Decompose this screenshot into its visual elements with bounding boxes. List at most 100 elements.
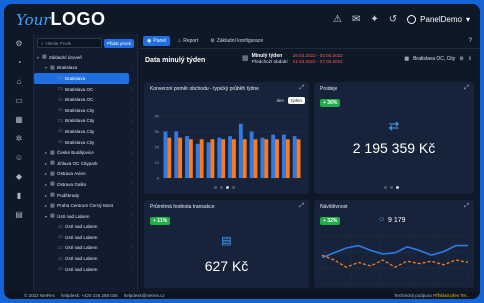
tree-node[interactable]: ▭ Bratislava City ⋮ bbox=[34, 137, 137, 148]
bar bbox=[185, 136, 189, 178]
period-picker[interactable]: ▦ Minulý týden Předchozí období 28.03.20… bbox=[242, 53, 343, 65]
tree-node-label: Ostrava Avion bbox=[57, 171, 86, 177]
more-icon[interactable]: ⋮ bbox=[129, 203, 134, 209]
more-icon[interactable]: ⋮ bbox=[129, 192, 134, 198]
bar bbox=[174, 131, 179, 178]
more-icon[interactable]: ⋮ bbox=[129, 245, 134, 251]
tree-node-label: Ústí nad Labem bbox=[65, 234, 98, 240]
store-icon[interactable]: ⌂ bbox=[4, 72, 34, 91]
tree-node[interactable]: ▭ Bratislava City ⋮ bbox=[34, 116, 137, 127]
bell-icon[interactable]: ✦ bbox=[370, 14, 378, 25]
export-icon[interactable]: ⇪ bbox=[468, 56, 472, 62]
tree-node[interactable]: ▭ Bratislava City ⋮ bbox=[34, 105, 137, 116]
gauge-icon[interactable]: ◔ bbox=[4, 53, 34, 72]
user-name: PanelDemo bbox=[420, 14, 462, 24]
tree-node[interactable]: ▭ Bratislava ⋮ bbox=[34, 73, 129, 84]
tab-panel[interactable]: ◉ Panel bbox=[143, 36, 171, 46]
tree-node-label: Ústí nad Labem bbox=[65, 224, 98, 230]
tree-node[interactable]: ▭ Ústí nad Labem ⋮ bbox=[34, 243, 137, 254]
tree-node[interactable]: ▭ Bratislava OC ⋮ bbox=[34, 94, 137, 105]
tree-node[interactable]: ▭ Bratislava OC ⋮ bbox=[34, 84, 137, 95]
tab-config[interactable]: ⚙ Základní konfigurace bbox=[206, 36, 267, 46]
pager-dot[interactable] bbox=[396, 186, 399, 189]
footer: © 2022 NetRex helpdesk: +420 226 258 026… bbox=[4, 292, 480, 299]
tree-node[interactable]: ▸ ▦ Praha Centrum Černý Most ⋮ bbox=[34, 200, 137, 211]
conversion-chart: 40 30 20 10 0 bbox=[155, 114, 302, 181]
tab-report[interactable]: ⌂ Report bbox=[174, 36, 202, 46]
megaphone-icon[interactable]: ✉ bbox=[352, 14, 360, 25]
bar bbox=[242, 139, 247, 178]
more-icon[interactable]: ⋮ bbox=[129, 160, 134, 166]
pager-dot[interactable] bbox=[384, 186, 387, 189]
tree-node-label: Poděbrady bbox=[57, 192, 80, 198]
tree-node[interactable]: ▾ ▦ Ústí nad Labem ⋮ bbox=[34, 211, 137, 222]
more-icon[interactable]: ⋮ bbox=[129, 118, 134, 124]
tree-node[interactable]: ▭ Ústí nad Labem ⋮ bbox=[34, 232, 137, 243]
logo[interactable]: Your LOGO bbox=[16, 9, 105, 30]
gear-icon[interactable]: ⚙ bbox=[4, 34, 34, 53]
more-icon[interactable]: ⋮ bbox=[129, 234, 134, 240]
helpdesk-email[interactable]: helpdesk@netrex.cz bbox=[124, 293, 165, 298]
period-dates: 28.03.2022 - 03.04.2022 bbox=[292, 53, 343, 58]
more-icon[interactable]: ⋮ bbox=[129, 213, 134, 219]
more-icon[interactable]: ⋮ bbox=[129, 171, 134, 177]
more-icon[interactable]: ⋮ bbox=[129, 128, 134, 134]
tree-node[interactable]: ▾ ▦ Základní úroveň bbox=[34, 52, 137, 63]
support-label: Technická podpora bbox=[394, 293, 432, 298]
more-icon[interactable]: ⋮ bbox=[129, 181, 134, 187]
location-filter[interactable]: ▦ Bratislava OC, City ⚙ ⇪ bbox=[404, 56, 472, 62]
add-element-button[interactable]: Přidat prvek bbox=[103, 38, 134, 48]
more-icon[interactable]: ⋮ bbox=[129, 139, 134, 145]
basket-icon[interactable]: ▤ bbox=[4, 205, 34, 224]
bar bbox=[296, 139, 301, 178]
chart-icon[interactable]: ▭ bbox=[4, 91, 34, 110]
pager-dot[interactable] bbox=[226, 186, 229, 189]
user-icon[interactable]: ☺ bbox=[4, 148, 34, 167]
pager-dot[interactable] bbox=[232, 186, 235, 189]
bar bbox=[206, 142, 211, 178]
more-icon[interactable]: ⋮ bbox=[121, 75, 126, 81]
bar-chart-icon[interactable]: ▮ bbox=[4, 186, 34, 205]
tree-node[interactable]: ▸ ▦ Jihlava OC Citypark ⋮ bbox=[34, 158, 137, 169]
top-bar: Your LOGO ⚠ ✉ ✦ ↺ PanelDemo ▾ bbox=[4, 4, 480, 34]
user-menu[interactable]: PanelDemo ▾ bbox=[407, 14, 470, 24]
tree-node[interactable]: ▾ ▦ Bratislava ⋮ bbox=[34, 63, 137, 74]
more-icon[interactable]: ⋮ bbox=[129, 224, 134, 230]
bar bbox=[163, 131, 168, 178]
tree-node[interactable]: ▭ Ústí nad Labem ⋮ bbox=[34, 253, 137, 264]
tree-node[interactable]: ▭ Ústí nad Labem ⋮ bbox=[34, 264, 137, 275]
tree-node[interactable]: ▭ Bratislava City ⋮ bbox=[34, 126, 137, 137]
expand-icon[interactable]: ⤢ bbox=[299, 203, 304, 210]
store-icon: ▭ bbox=[58, 128, 63, 135]
store-icon: ▦ bbox=[50, 202, 55, 209]
table-icon[interactable]: ▦ bbox=[4, 110, 34, 129]
cogs-icon[interactable]: ✲ bbox=[4, 129, 34, 148]
pager-dot[interactable] bbox=[390, 186, 393, 189]
tree-node[interactable]: ▸ ▦ Ostrava Avion ⋮ bbox=[34, 169, 137, 180]
tree-node[interactable]: ▸ ▦ Poděbrady ⋮ bbox=[34, 190, 137, 201]
tag-icon[interactable]: ◆ bbox=[4, 167, 34, 186]
more-icon[interactable]: ⋮ bbox=[129, 97, 134, 103]
expand-icon[interactable]: ⤢ bbox=[464, 85, 469, 92]
history-icon[interactable]: ↺ bbox=[389, 14, 397, 25]
more-icon[interactable]: ⋮ bbox=[129, 86, 134, 92]
more-icon[interactable]: ⋮ bbox=[129, 150, 134, 156]
tree-node[interactable]: ▸ ▦ Ostrava Galko ⋮ bbox=[34, 179, 137, 190]
pager-dot[interactable] bbox=[214, 186, 217, 189]
more-icon[interactable]: ⋮ bbox=[129, 107, 134, 113]
bar bbox=[217, 137, 222, 178]
bullhorn-icon[interactable]: ⚠ bbox=[333, 14, 342, 25]
more-icon[interactable]: ⋮ bbox=[129, 256, 134, 262]
support-link[interactable]: Přihlásit přes Ter... bbox=[433, 293, 470, 298]
more-icon[interactable]: ⋮ bbox=[129, 65, 134, 71]
bar bbox=[238, 123, 243, 178]
tree-node[interactable]: ▸ ▦ České Budějovice ⋮ bbox=[34, 147, 137, 158]
pager-dot[interactable] bbox=[220, 186, 223, 189]
tree-search-input[interactable]: ⌕ Hledat Prvek bbox=[37, 38, 102, 48]
gear-icon[interactable]: ⚙ bbox=[459, 56, 463, 62]
tree-node[interactable]: ▭ Ústí nad Labem ⋮ bbox=[34, 222, 137, 233]
help-icon[interactable]: ? bbox=[469, 38, 472, 44]
more-icon[interactable]: ⋮ bbox=[129, 266, 134, 272]
tree-node-label: Ústí nad Labem bbox=[65, 266, 98, 272]
bar bbox=[271, 134, 276, 178]
